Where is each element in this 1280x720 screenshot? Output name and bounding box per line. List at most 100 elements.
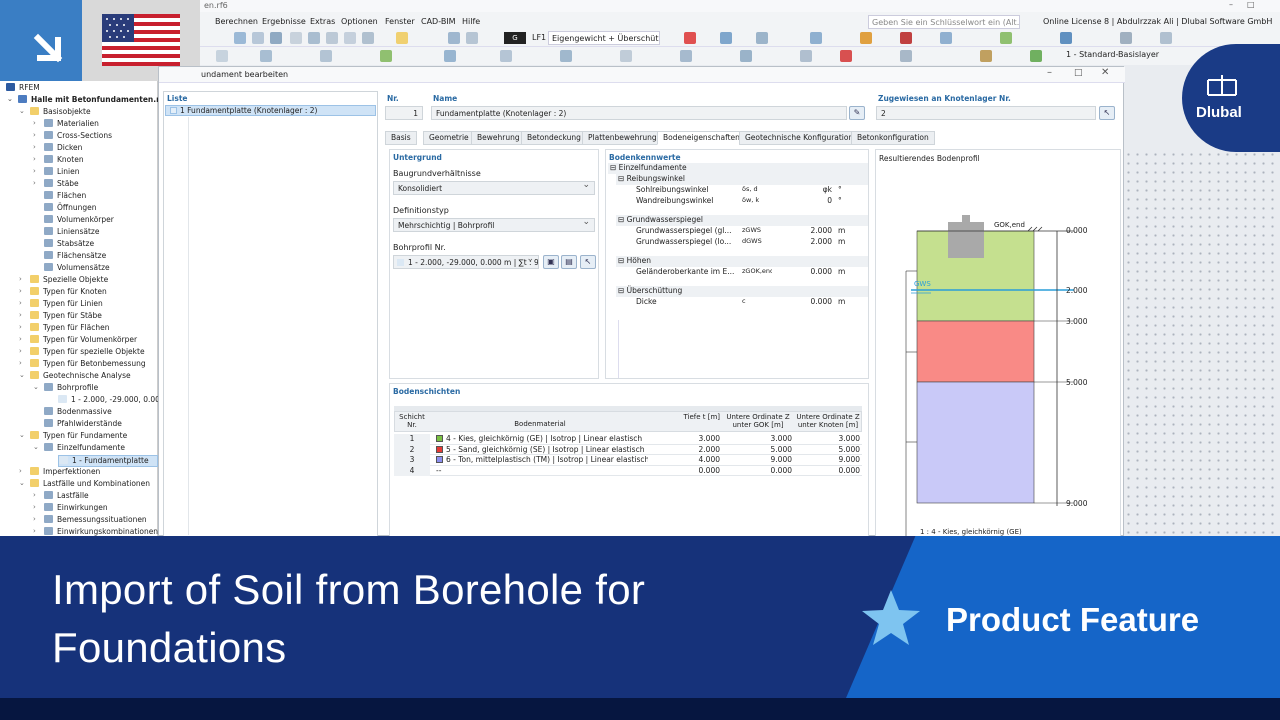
- sidebar-item[interactable]: ⌄ Typen für Fundamente: [19, 431, 127, 443]
- property-value[interactable]: 0.000: [774, 267, 832, 278]
- kennwerte-group[interactable]: ⊟ Überschüttung: [616, 286, 868, 297]
- kennwerte-group[interactable]: ⊟ Grundwasserspiegel: [616, 215, 868, 226]
- check-icon[interactable]: [380, 50, 392, 62]
- grid-icon[interactable]: [560, 50, 572, 62]
- list-item[interactable]: 1 Fundamentplatte (Knotenlager : 2): [165, 105, 376, 116]
- select-borehole-button[interactable]: ↖: [580, 255, 596, 269]
- tab-bodeneigenschaften[interactable]: Bodeneigenschaften: [657, 131, 746, 145]
- bohrprofil-select[interactable]: 1 - 2.000, -29.000, 0.000 m | ∑t : 9....: [393, 255, 539, 269]
- sidebar-item[interactable]: › Typen für Knoten: [19, 287, 107, 299]
- layer-icon[interactable]: [900, 50, 912, 62]
- tab-bewehrung[interactable]: Bewehrung: [471, 131, 526, 145]
- sidebar-item[interactable]: Volumenkörper: [44, 215, 114, 227]
- layer-z-gok[interactable]: 5.000: [724, 445, 792, 456]
- display-icon[interactable]: [940, 32, 952, 44]
- results-icon[interactable]: [466, 32, 478, 44]
- chevron-right-icon[interactable]: ›: [19, 275, 22, 283]
- chevron-right-icon[interactable]: ›: [33, 179, 36, 187]
- tab-geometrie[interactable]: Geometrie: [423, 131, 475, 145]
- view-icon[interactable]: [270, 32, 282, 44]
- minimize-icon[interactable]: –: [1047, 67, 1052, 78]
- sidebar-item[interactable]: › Stäbe: [33, 179, 79, 191]
- chevron-right-icon[interactable]: ›: [33, 167, 36, 175]
- sidebar-item[interactable]: ⌄ Bohrprofile: [33, 383, 98, 395]
- layer-material[interactable]: 6 - Ton, mittelplastisch (TM) | Isotrop …: [436, 455, 648, 466]
- chevron-right-icon[interactable]: ›: [19, 467, 22, 475]
- sidebar-item[interactable]: Volumensätze: [44, 263, 110, 275]
- collapse-icon[interactable]: ⊟: [618, 215, 627, 224]
- sidebar-item[interactable]: › Spezielle Objekte: [19, 275, 108, 287]
- tab-geotechnische-konfiguration[interactable]: Geotechnische Konfiguration: [739, 131, 860, 145]
- pencil-icon[interactable]: [396, 32, 408, 44]
- definitionstyp-select[interactable]: Mehrschichtig | Bohrprofil: [393, 218, 595, 232]
- chevron-right-icon[interactable]: ›: [33, 155, 36, 163]
- sidebar-item[interactable]: › Knoten: [33, 155, 84, 167]
- layer-z-gok[interactable]: 9.000: [724, 455, 792, 466]
- visible-icon[interactable]: [1030, 50, 1042, 62]
- table-icon[interactable]: [308, 32, 320, 44]
- layer-z-kn[interactable]: 0.000: [794, 466, 860, 477]
- property-value[interactable]: 2.000: [774, 226, 832, 237]
- chevron-right-icon[interactable]: ›: [19, 287, 22, 295]
- property-value[interactable]: 0: [774, 196, 832, 207]
- chevron-down-icon[interactable]: ⌄: [19, 371, 25, 379]
- member-icon[interactable]: [810, 32, 822, 44]
- minimize-icon[interactable]: –: [1229, 0, 1233, 9]
- menu-extras[interactable]: Extras: [310, 17, 335, 26]
- sidebar-item[interactable]: › Dicken: [33, 143, 82, 155]
- sidebar-item[interactable]: Stabsätze: [44, 239, 94, 251]
- sidebar-item[interactable]: Pfahlwiderstände: [44, 419, 122, 431]
- menu-berechnen[interactable]: Berechnen: [215, 17, 258, 26]
- measure-icon[interactable]: [444, 50, 456, 62]
- tab-plattenbewehrung[interactable]: Plattenbewehrung: [582, 131, 663, 145]
- name-field[interactable]: Fundamentplatte (Knotenlager : 2): [431, 106, 847, 120]
- sidebar-item[interactable]: Flächen: [44, 191, 86, 203]
- layer-material[interactable]: 4 - Kies, gleichkörnig (GE) | Isotrop | …: [436, 434, 648, 445]
- layer-t[interactable]: 3.000: [650, 434, 720, 445]
- sidebar-item[interactable]: Flächensätze: [44, 251, 106, 263]
- sidebar-item[interactable]: › Typen für Volumenkörper: [19, 335, 137, 347]
- collapse-icon[interactable]: ⊟: [610, 163, 619, 172]
- render-icon[interactable]: [740, 50, 752, 62]
- chevron-right-icon[interactable]: ›: [19, 359, 22, 367]
- sidebar-item[interactable]: › Typen für Betonbemessung: [19, 359, 146, 371]
- search-input[interactable]: Geben Sie ein Schlüsselwort ein (Alt...: [868, 15, 1020, 29]
- sidebar-item[interactable]: › Typen für Stäbe: [19, 311, 102, 323]
- chevron-right-icon[interactable]: ›: [19, 299, 22, 307]
- sidebar-item[interactable]: › Bemessungssituationen: [33, 515, 147, 527]
- chevron-right-icon[interactable]: ›: [33, 131, 36, 139]
- edit-name-button[interactable]: ✎: [849, 106, 865, 120]
- chevron-down-icon[interactable]: ⌄: [19, 479, 25, 487]
- sidebar-item[interactable]: Öffnungen: [44, 203, 96, 215]
- chevron-down-icon[interactable]: ⌄: [7, 95, 13, 103]
- layer-select[interactable]: 1 - Standard-Basislayer: [1066, 50, 1159, 59]
- axis-icon[interactable]: [1000, 32, 1012, 44]
- layer-t[interactable]: 2.000: [650, 445, 720, 456]
- chevron-right-icon[interactable]: ›: [19, 347, 22, 355]
- property-value[interactable]: 0.000: [774, 297, 832, 308]
- chevron-right-icon[interactable]: ›: [19, 323, 22, 331]
- nr-field[interactable]: 1: [385, 106, 423, 120]
- section-icon[interactable]: [800, 50, 812, 62]
- collapse-icon[interactable]: ⊟: [618, 286, 627, 295]
- menu-cad-bim[interactable]: CAD-BIM: [421, 17, 456, 26]
- collapse-icon[interactable]: ⊟: [618, 256, 627, 265]
- sidebar-item[interactable]: ⌄ Geotechnische Analyse: [19, 371, 131, 383]
- tab-basis[interactable]: Basis: [385, 131, 417, 145]
- sidebar-item[interactable]: › Einwirkungen: [33, 503, 108, 515]
- property-value[interactable]: 2.000: [774, 237, 832, 248]
- view-icon[interactable]: [252, 32, 264, 44]
- kennwerte-group[interactable]: ⊟ Höhen: [616, 256, 868, 267]
- export-icon[interactable]: [344, 32, 356, 44]
- sidebar-item[interactable]: ⌄ Basisobjekte: [19, 107, 91, 119]
- sidebar-item[interactable]: › Typen für Flächen: [19, 323, 109, 335]
- sidebar-item[interactable]: › Lastfälle: [33, 491, 89, 503]
- delete-icon[interactable]: [684, 32, 696, 44]
- sidebar-item[interactable]: Liniensätze: [44, 227, 99, 239]
- layer-material[interactable]: --: [436, 466, 648, 477]
- sidebar-item[interactable]: Bodenmassive: [44, 407, 112, 419]
- chevron-right-icon[interactable]: ›: [33, 491, 36, 499]
- grid-icon[interactable]: [1160, 32, 1172, 44]
- sidebar-item[interactable]: › Cross-Sections: [33, 131, 112, 143]
- layer-z-kn[interactable]: 3.000: [794, 434, 860, 445]
